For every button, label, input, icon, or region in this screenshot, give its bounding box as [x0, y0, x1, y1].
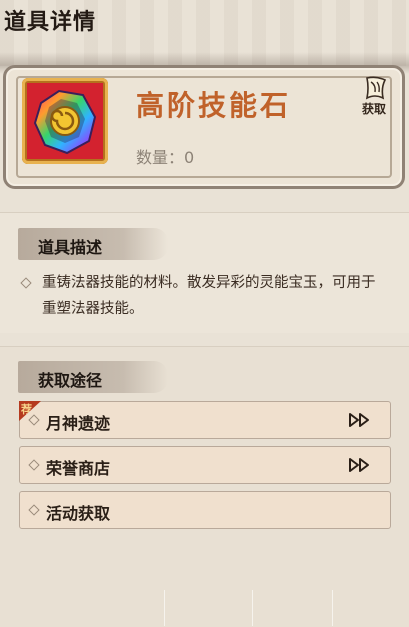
route-row-moon-ruins[interactable]: 月神遗迹 [19, 401, 391, 439]
description-text: 重铸法器技能的材料。散发异彩的灵能宝玉，可用于重塑法器技能。 [42, 275, 376, 317]
acquisition-header: 获取途径 [18, 361, 168, 393]
route-row-event[interactable]: 活动获取 [19, 491, 391, 529]
route-label: 月神遗迹 [46, 414, 111, 433]
description-header-label: 道具描述 [38, 238, 103, 257]
route-row-honor-shop[interactable]: 荣誉商店 [19, 446, 391, 484]
obtain-button-label: 获取 [361, 102, 386, 116]
bullet-diamond-icon [28, 414, 40, 426]
item-name: 高阶技能石 [136, 89, 292, 122]
divider-line [252, 590, 253, 626]
obtain-button[interactable]: 获取 [354, 76, 394, 120]
rainbow-gem-icon [27, 83, 103, 159]
double-arrow-icon[interactable] [348, 457, 372, 473]
item-quantity: 数量：0 [136, 144, 194, 168]
quantity-value: 0 [184, 148, 195, 167]
page-title: 道具详情 [4, 10, 97, 35]
route-label: 活动获取 [46, 504, 111, 523]
route-label: 荣誉商店 [46, 459, 111, 478]
description-header: 道具描述 [18, 228, 168, 260]
bullet-diamond-icon [28, 459, 40, 471]
divider-line [164, 590, 165, 626]
quantity-label: 数量： [136, 148, 185, 167]
item-icon-frame [22, 78, 108, 164]
double-arrow-icon[interactable] [348, 412, 372, 428]
acquisition-header-label: 获取途径 [38, 371, 103, 390]
divider-line [332, 590, 333, 626]
bullet-diamond-icon [28, 504, 40, 516]
